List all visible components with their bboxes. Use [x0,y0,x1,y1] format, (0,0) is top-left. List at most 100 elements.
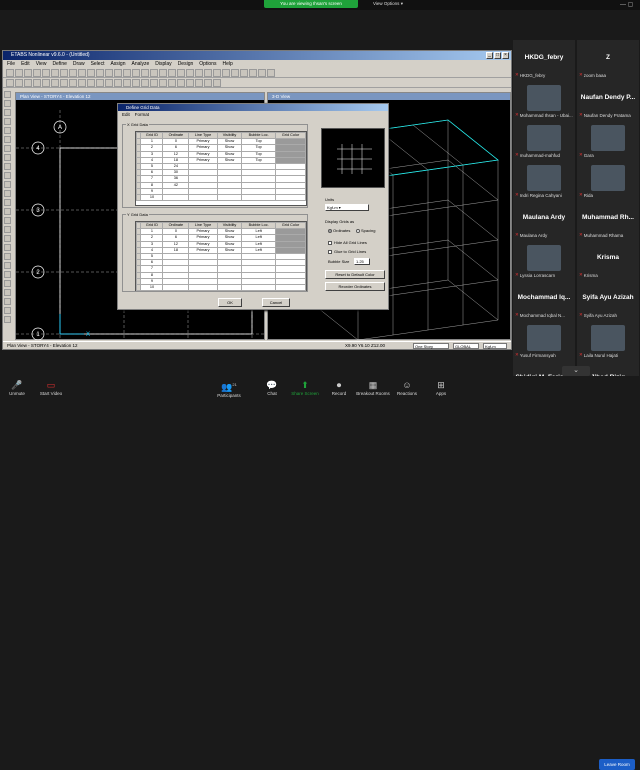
grid-cell[interactable] [216,193,243,202]
coord-system-select[interactable]: GLOBAL [453,343,479,349]
grid-color-cell[interactable] [275,283,306,292]
etabs-menu-file[interactable]: File [7,60,15,68]
etabs-menu-draw[interactable]: Draw [73,60,85,68]
participants-button[interactable]: 👥21 Participants [212,379,246,398]
toolbar-tool-icon[interactable] [51,78,59,87]
toolbar-tool-icon[interactable] [168,78,176,87]
toolbar-tool-icon[interactable] [87,78,95,87]
toolbar-tool-icon[interactable] [6,68,14,77]
etabs-menu-help[interactable]: Help [223,60,233,68]
toolbar-tool-icon[interactable] [78,68,86,77]
draw-tool-icon[interactable] [4,199,11,206]
toolbar-tool-icon[interactable] [141,68,149,77]
toolbar-tool-icon[interactable] [177,68,185,77]
etabs-menu-analyze[interactable]: Analyze [131,60,149,68]
participant-tile[interactable]: Mochammad Iq... ✕ Mochammad Iqbal N... [513,280,575,320]
toolbar-tool-icon[interactable] [42,78,50,87]
y-grid-table[interactable]: Grid ID Ordinate Line Type Visibility Bubble… [135,221,307,292]
units-select[interactable]: Kgf-m [483,343,507,349]
draw-tool-icon[interactable] [4,91,11,98]
toolbar-tool-icon[interactable] [123,78,131,87]
etabs-menu-display[interactable]: Display [155,60,171,68]
toolbar-tool-icon[interactable] [132,78,140,87]
draw-tool-icon[interactable] [4,118,11,125]
unmute-button[interactable]: 🎤 Unmute [0,379,34,396]
toolbar-tool-icon[interactable] [159,68,167,77]
draw-tool-icon[interactable] [4,154,11,161]
draw-tool-icon[interactable] [4,136,11,143]
toolbar-tool-icon[interactable] [204,68,212,77]
maximize-icon[interactable]: □ [494,52,501,59]
draw-tool-icon[interactable] [4,127,11,134]
toolbar-tool-icon[interactable] [195,68,203,77]
participant-tile[interactable]: ✕ muhammad-mahfud [513,120,575,160]
etabs-menu-assign[interactable]: Assign [110,60,125,68]
reorder-button[interactable]: Reorder Ordinates [325,282,385,291]
toolbar-tool-icon[interactable] [87,68,95,77]
etabs-menu-select[interactable]: Select [91,60,105,68]
toolbar-tool-icon[interactable] [96,68,104,77]
menu-format[interactable]: Format [135,111,149,118]
toolbar-tool-icon[interactable] [114,68,122,77]
participant-tile[interactable]: ✕ Laila Nurul Hajati [577,320,639,360]
participant-tile[interactable]: ✕ Indri Regina Cahyani [513,160,575,200]
toolbar-tool-icon[interactable] [15,68,23,77]
participant-tile[interactable]: Syifa Ayu Azizah ✕ Syifa Ayu Azizah [577,280,639,320]
view-options-button[interactable]: View Options ▾ [373,0,415,8]
start-video-button[interactable]: ▭ Start Video [34,379,68,396]
grid-cell[interactable] [188,193,218,202]
window-controls-icon[interactable]: — ▢ [620,1,633,8]
participant-tile[interactable]: ✕ Rida [577,160,639,200]
draw-tool-icon[interactable] [4,217,11,224]
grid-color-cell[interactable] [275,193,306,202]
toolbar-tool-icon[interactable] [69,78,77,87]
toolbar-tool-icon[interactable] [240,68,248,77]
toolbar-tool-icon[interactable] [33,68,41,77]
x-grid-table[interactable]: Grid ID Ordinate Line Type Visibility Bubble… [135,131,307,206]
participant-tile[interactable]: ✕ Gara [577,120,639,160]
spacing-radio[interactable]: Spacing [356,228,375,233]
toolbar-tool-icon[interactable] [33,78,41,87]
etabs-menu-design[interactable]: Design [178,60,194,68]
participant-tile[interactable]: Naufan Dendy P... ✕ Naufan Dendy Pratama [577,80,639,120]
etabs-menu-edit[interactable]: Edit [21,60,30,68]
draw-tool-icon[interactable] [4,271,11,278]
bubble-size-input[interactable]: 1.25 [354,258,370,265]
grid-cell[interactable]: 10 [140,193,164,202]
toolbar-tool-icon[interactable] [114,78,122,87]
draw-tool-icon[interactable] [4,280,11,287]
toolbar-tool-icon[interactable] [213,68,221,77]
toolbar-tool-icon[interactable] [150,78,158,87]
participant-tile[interactable]: ✕ Yusuf Firmansyah [513,320,575,360]
participant-tile[interactable]: ✕ Mohammad Ihsan - Ubai... [513,80,575,120]
grid-cell[interactable] [188,283,218,292]
draw-tool-icon[interactable] [4,307,11,314]
draw-tool-icon[interactable] [4,109,11,116]
etabs-menu-view[interactable]: View [36,60,47,68]
toolbar-tool-icon[interactable] [177,78,185,87]
grid-cell[interactable]: 10 [140,283,164,292]
grid-cell[interactable] [241,193,277,202]
glue-checkbox[interactable]: Glue to Grid Lines [328,249,366,254]
grid-cell[interactable] [241,283,277,292]
toolbar-tool-icon[interactable] [60,78,68,87]
toolbar-tool-icon[interactable] [168,68,176,77]
cancel-button[interactable]: Cancel [262,298,290,307]
close-icon[interactable]: × [502,52,509,59]
draw-tool-icon[interactable] [4,190,11,197]
participant-tile[interactable]: Z ✕ zoom baaa [577,40,639,80]
draw-tool-icon[interactable] [4,100,11,107]
draw-tool-icon[interactable] [4,262,11,269]
toolbar-tool-icon[interactable] [141,78,149,87]
breakout-rooms-button[interactable]: ▦ Breakout Rooms [356,379,390,396]
toolbar-tool-icon[interactable] [213,78,221,87]
draw-tool-icon[interactable] [4,226,11,233]
toolbar-tool-icon[interactable] [222,68,230,77]
record-button[interactable]: ⏺ Record [322,379,356,396]
toolbar-tool-icon[interactable] [42,68,50,77]
toolbar-tool-icon[interactable] [24,68,32,77]
draw-tool-icon[interactable] [4,253,11,260]
toolbar-tool-icon[interactable] [78,78,86,87]
toolbar-tool-icon[interactable] [60,68,68,77]
draw-tool-icon[interactable] [4,181,11,188]
